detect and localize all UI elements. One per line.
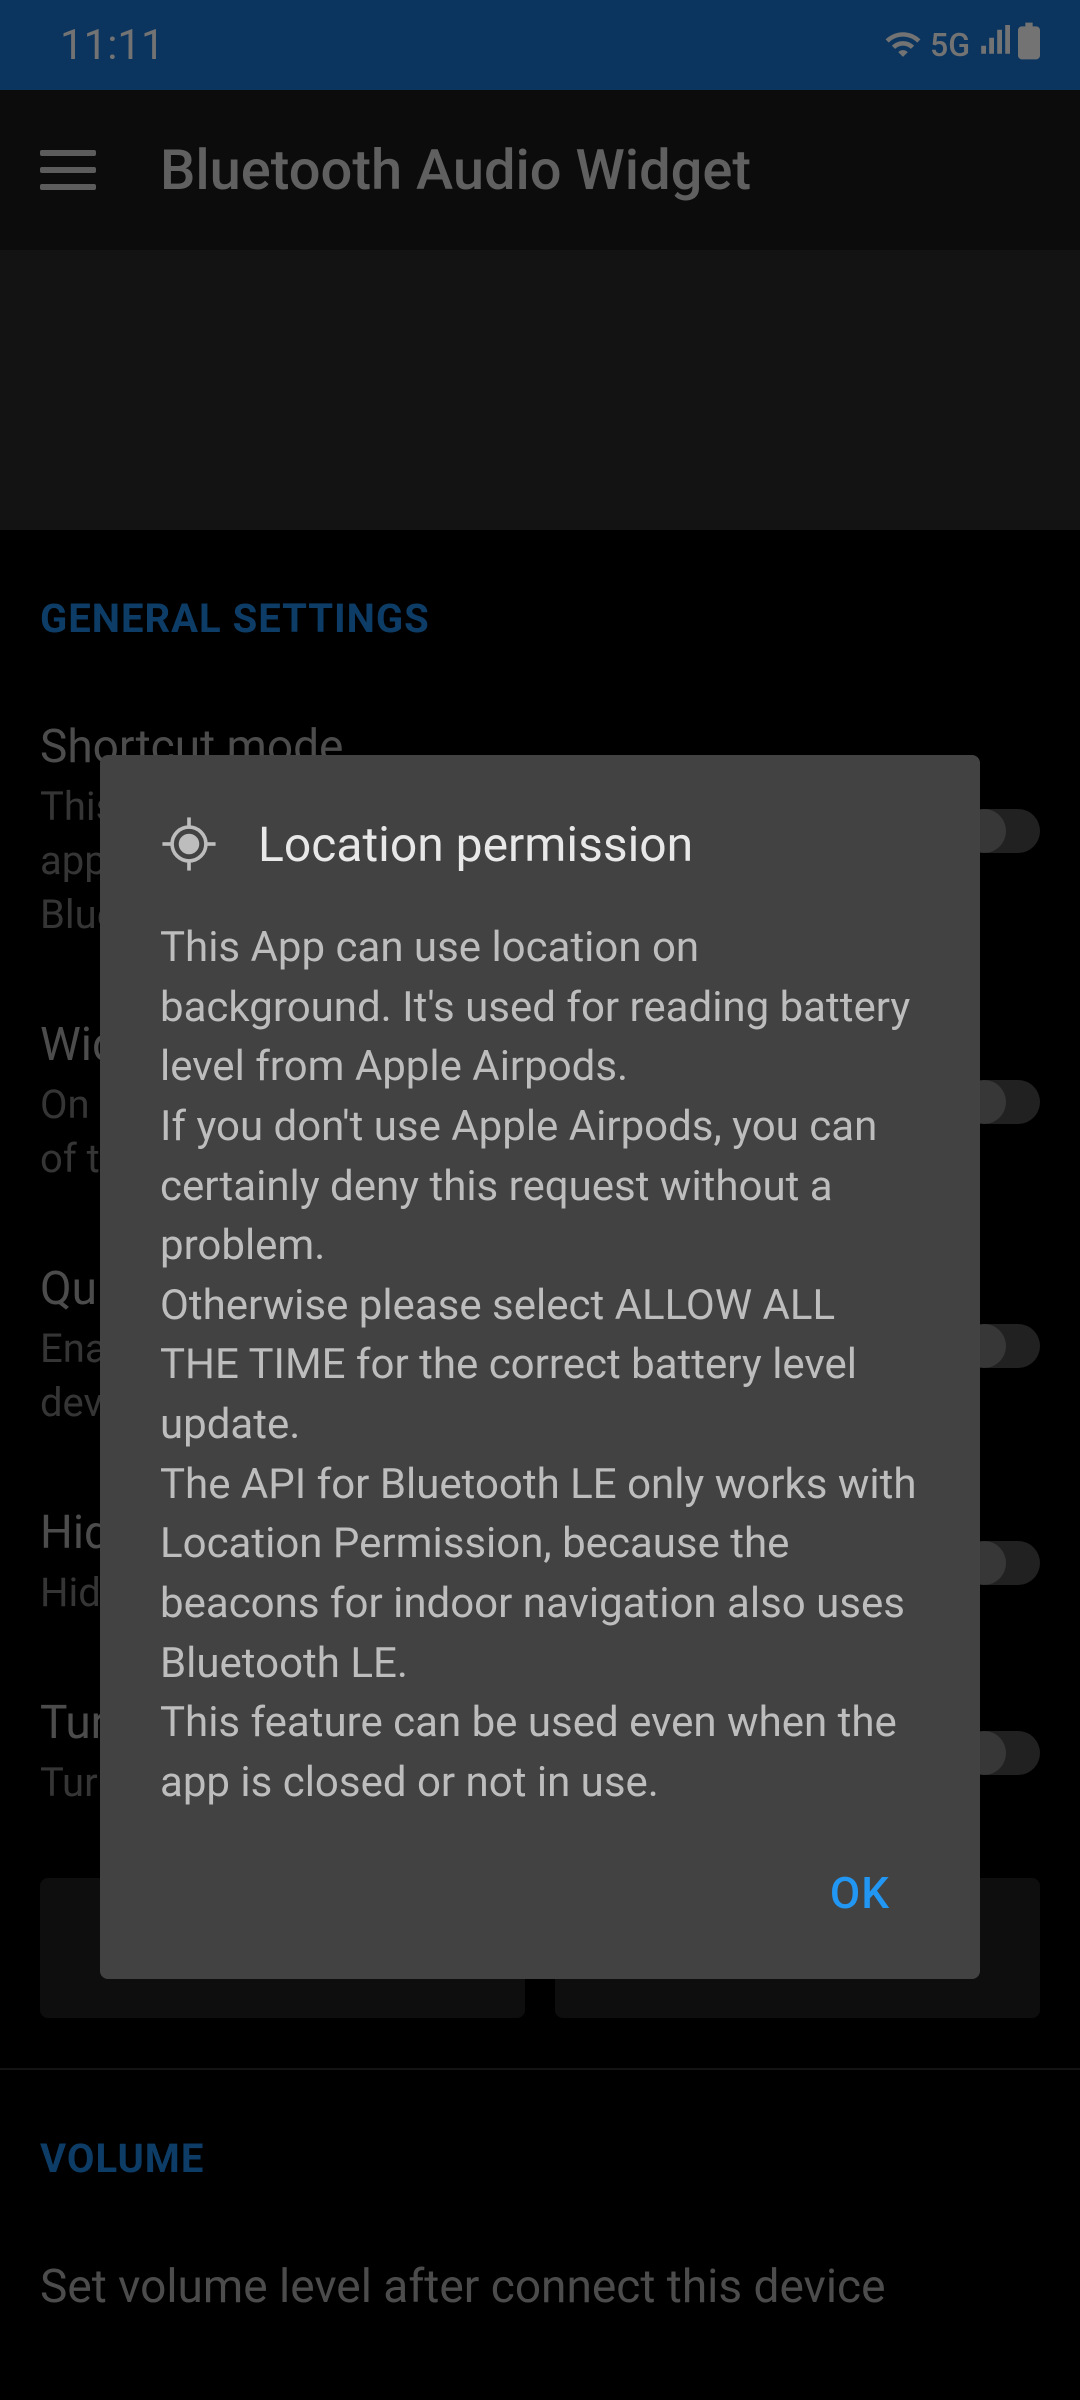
dialog-overlay[interactable]: Location permission This App can use loc…	[0, 0, 1080, 2400]
dialog-actions: OK	[160, 1847, 920, 1939]
location-permission-dialog: Location permission This App can use loc…	[100, 755, 980, 1979]
dialog-body: This App can use location on background.…	[160, 918, 920, 1812]
ok-button[interactable]: OK	[800, 1847, 920, 1939]
dialog-header: Location permission	[160, 815, 920, 873]
dialog-title: Location permission	[258, 816, 693, 873]
location-icon	[160, 815, 218, 873]
